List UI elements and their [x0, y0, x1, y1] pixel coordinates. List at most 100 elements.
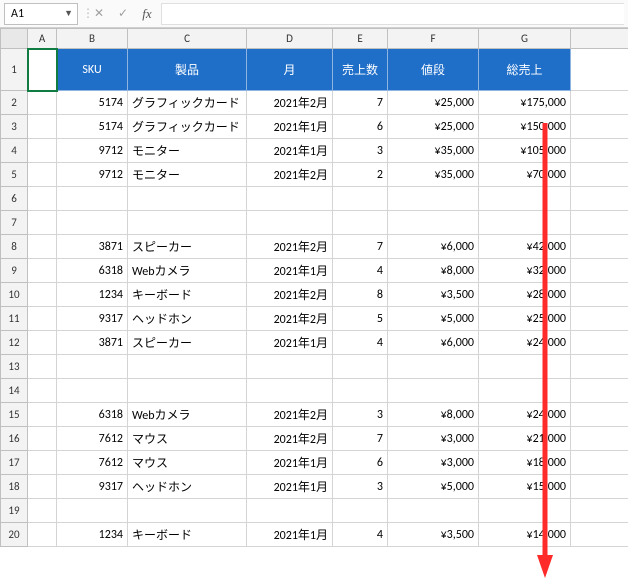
table-header-cell[interactable]: SKU: [57, 49, 128, 91]
cell[interactable]: ¥150,000: [479, 115, 571, 139]
table-header-cell[interactable]: 製品: [128, 49, 247, 91]
cell[interactable]: [571, 523, 628, 547]
table-header-cell[interactable]: 月: [247, 49, 333, 91]
select-all-cell[interactable]: [1, 29, 28, 49]
cell[interactable]: [247, 187, 333, 211]
cell[interactable]: [479, 379, 571, 403]
cell[interactable]: 7: [333, 235, 388, 259]
cell[interactable]: [28, 523, 57, 547]
cell[interactable]: 2021年1月: [247, 451, 333, 475]
row-header[interactable]: 14: [1, 379, 28, 403]
cell[interactable]: 2021年2月: [247, 427, 333, 451]
column-header[interactable]: C: [128, 29, 247, 49]
cell[interactable]: 4: [333, 523, 388, 547]
cell[interactable]: [479, 355, 571, 379]
cell[interactable]: [388, 379, 479, 403]
cell[interactable]: キーボード: [128, 283, 247, 307]
cell[interactable]: [571, 475, 628, 499]
cell[interactable]: ¥24,000: [479, 403, 571, 427]
cell[interactable]: [28, 115, 57, 139]
cell[interactable]: 2021年1月: [247, 139, 333, 163]
cell[interactable]: 7612: [57, 451, 128, 475]
cell[interactable]: [28, 211, 57, 235]
row-header[interactable]: 8: [1, 235, 28, 259]
cell[interactable]: [128, 499, 247, 523]
cell[interactable]: ¥8,000: [388, 403, 479, 427]
row-header[interactable]: 3: [1, 115, 28, 139]
cell[interactable]: 2021年2月: [247, 91, 333, 115]
cell[interactable]: 2021年2月: [247, 163, 333, 187]
cell[interactable]: 2021年1月: [247, 523, 333, 547]
cell[interactable]: 2021年1月: [247, 259, 333, 283]
cell[interactable]: [571, 355, 628, 379]
cell[interactable]: 6: [333, 451, 388, 475]
cell[interactable]: [128, 211, 247, 235]
row-header[interactable]: 4: [1, 139, 28, 163]
cell[interactable]: 9317: [57, 475, 128, 499]
row-header[interactable]: 13: [1, 355, 28, 379]
cell[interactable]: [28, 91, 57, 115]
cell[interactable]: Webカメラ: [128, 259, 247, 283]
cell[interactable]: キーボード: [128, 523, 247, 547]
cell[interactable]: [571, 187, 628, 211]
cell[interactable]: ¥3,500: [388, 283, 479, 307]
cell[interactable]: [247, 211, 333, 235]
cell[interactable]: 2021年1月: [247, 115, 333, 139]
cell[interactable]: [57, 355, 128, 379]
cell[interactable]: 2: [333, 163, 388, 187]
cell[interactable]: [571, 451, 628, 475]
cell[interactable]: 2021年1月: [247, 331, 333, 355]
cell[interactable]: 7: [333, 427, 388, 451]
cell[interactable]: ¥25,000: [388, 115, 479, 139]
cell[interactable]: ¥42,000: [479, 235, 571, 259]
formula-input[interactable]: [161, 3, 624, 25]
cell[interactable]: ¥14,000: [479, 523, 571, 547]
cell[interactable]: ¥25,000: [388, 91, 479, 115]
cell[interactable]: 5: [333, 307, 388, 331]
cell[interactable]: [28, 259, 57, 283]
table-header-cell[interactable]: 売上数: [333, 49, 388, 91]
cell[interactable]: [333, 499, 388, 523]
cell[interactable]: 6: [333, 115, 388, 139]
cell[interactable]: [28, 403, 57, 427]
row-header[interactable]: 6: [1, 187, 28, 211]
cell[interactable]: [479, 187, 571, 211]
cell[interactable]: ¥35,000: [388, 139, 479, 163]
cell[interactable]: [479, 211, 571, 235]
cell[interactable]: [388, 355, 479, 379]
cell[interactable]: ヘッドホン: [128, 307, 247, 331]
cell[interactable]: [28, 235, 57, 259]
cell[interactable]: 2021年2月: [247, 235, 333, 259]
cell[interactable]: [388, 211, 479, 235]
cell[interactable]: 9712: [57, 139, 128, 163]
cell[interactable]: 5174: [57, 115, 128, 139]
cell[interactable]: ¥175,000: [479, 91, 571, 115]
cell[interactable]: 4: [333, 331, 388, 355]
cell[interactable]: 3: [333, 139, 388, 163]
cell[interactable]: [571, 235, 628, 259]
column-header[interactable]: E: [333, 29, 388, 49]
cell[interactable]: [571, 91, 628, 115]
cell[interactable]: [128, 355, 247, 379]
cell[interactable]: 9712: [57, 163, 128, 187]
row-header[interactable]: 19: [1, 499, 28, 523]
cell[interactable]: [571, 499, 628, 523]
cell[interactable]: [571, 211, 628, 235]
column-header[interactable]: [571, 29, 628, 49]
cell[interactable]: 5174: [57, 91, 128, 115]
cell[interactable]: [333, 379, 388, 403]
cell[interactable]: [28, 307, 57, 331]
cell[interactable]: [57, 211, 128, 235]
cell[interactable]: [571, 403, 628, 427]
chevron-down-icon[interactable]: ▼: [64, 8, 73, 19]
cell[interactable]: マウス: [128, 451, 247, 475]
cell[interactable]: [571, 379, 628, 403]
row-header[interactable]: 5: [1, 163, 28, 187]
cell[interactable]: [479, 499, 571, 523]
cell[interactable]: [28, 283, 57, 307]
cell[interactable]: 6318: [57, 259, 128, 283]
cell[interactable]: [247, 355, 333, 379]
cell[interactable]: [388, 187, 479, 211]
cell[interactable]: ¥5,000: [388, 475, 479, 499]
cell[interactable]: [333, 355, 388, 379]
